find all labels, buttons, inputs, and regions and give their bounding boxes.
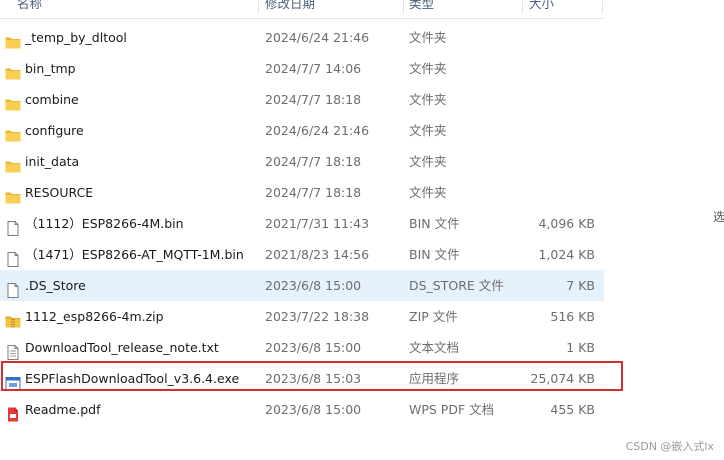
folder-icon bbox=[5, 185, 21, 204]
column-divider[interactable] bbox=[602, 0, 603, 14]
file-date: 2024/7/7 18:18 bbox=[265, 154, 362, 169]
file-name: configure bbox=[25, 123, 84, 138]
file-type: 文本文档 bbox=[409, 340, 460, 355]
file-size: 25,074 KB bbox=[530, 371, 595, 386]
file-type: ZIP 文件 bbox=[409, 309, 458, 324]
right-pane-text: 选 bbox=[713, 210, 724, 224]
file-date: 2021/8/23 14:56 bbox=[265, 247, 370, 262]
file-date: 2023/7/22 18:38 bbox=[265, 309, 370, 324]
file-size bbox=[520, 115, 595, 146]
file-type: 文件夹 bbox=[409, 61, 447, 76]
file-row[interactable]: DownloadTool_release_note.txt 2023/6/8 15… bbox=[0, 332, 604, 363]
file-name: DownloadTool_release_note.txt bbox=[25, 340, 219, 355]
file-name: （1112）ESP8266-4M.bin bbox=[25, 216, 184, 231]
file-row[interactable]: RESOURCE 2024/7/7 18:18 文件夹 bbox=[0, 177, 604, 208]
file-row[interactable]: configure 2024/6/24 21:46 文件夹 bbox=[0, 115, 604, 146]
column-divider[interactable] bbox=[258, 0, 259, 14]
file-size: 7 KB bbox=[566, 278, 595, 293]
file-name: Readme.pdf bbox=[25, 402, 101, 417]
column-header-row: 名称 修改日期 类型 大小 bbox=[0, 0, 604, 19]
text-file-icon bbox=[5, 340, 21, 360]
file-size: 516 KB bbox=[550, 309, 595, 324]
file-icon bbox=[5, 216, 21, 236]
file-row[interactable]: init_data 2024/7/7 18:18 文件夹 bbox=[0, 146, 604, 177]
file-type: 文件夹 bbox=[409, 185, 447, 200]
file-type: 文件夹 bbox=[409, 30, 447, 45]
column-divider[interactable] bbox=[522, 0, 523, 14]
file-name: （1471）ESP8266-AT_MQTT-1M.bin bbox=[25, 247, 244, 262]
file-size bbox=[520, 177, 595, 208]
file-date: 2023/6/8 15:00 bbox=[265, 278, 362, 293]
file-size bbox=[520, 146, 595, 177]
file-icon bbox=[5, 247, 21, 267]
file-size bbox=[520, 84, 595, 115]
file-icon bbox=[5, 278, 21, 298]
file-type: DS_STORE 文件 bbox=[409, 278, 504, 293]
file-row[interactable]: _temp_by_dltool 2024/6/24 21:46 文件夹 bbox=[0, 22, 604, 53]
file-row[interactable]: ESPFlashDownloadTool_v3.6.4.exe 2023/6/8 … bbox=[0, 363, 604, 394]
file-size bbox=[520, 22, 595, 53]
pdf-icon bbox=[5, 402, 21, 422]
file-date: 2021/7/31 11:43 bbox=[265, 216, 370, 231]
file-row[interactable]: .DS_Store 2023/6/8 15:00 DS_STORE 文件 7 KB bbox=[0, 270, 604, 301]
file-date: 2024/7/7 18:18 bbox=[265, 92, 362, 107]
file-type: BIN 文件 bbox=[409, 216, 460, 231]
column-header-name[interactable]: 名称 bbox=[17, 0, 42, 18]
file-date: 2024/6/24 21:46 bbox=[265, 30, 370, 45]
file-date: 2024/7/7 18:18 bbox=[265, 185, 362, 200]
file-row[interactable]: （1471）ESP8266-AT_MQTT-1M.bin 2021/8/23 14… bbox=[0, 239, 604, 270]
exe-icon bbox=[5, 371, 21, 390]
column-divider[interactable] bbox=[403, 0, 404, 14]
file-type: BIN 文件 bbox=[409, 247, 460, 262]
file-date: 2023/6/8 15:00 bbox=[265, 402, 362, 417]
file-type: WPS PDF 文档 bbox=[409, 402, 495, 417]
file-row[interactable]: combine 2024/7/7 18:18 文件夹 bbox=[0, 84, 604, 115]
file-name: init_data bbox=[25, 154, 80, 169]
file-name: .DS_Store bbox=[25, 278, 86, 293]
file-row[interactable]: Readme.pdf 2023/6/8 15:00 WPS PDF 文档 455 KB bbox=[0, 394, 604, 425]
file-name: bin_tmp bbox=[25, 61, 76, 76]
folder-icon bbox=[5, 30, 21, 49]
file-type: 文件夹 bbox=[409, 123, 447, 138]
file-name: 1112_esp8266-4m.zip bbox=[25, 309, 164, 324]
folder-icon bbox=[5, 123, 21, 142]
file-size: 1 KB bbox=[566, 340, 595, 355]
file-type: 文件夹 bbox=[409, 92, 447, 107]
column-header-size[interactable]: 大小 bbox=[529, 0, 554, 18]
column-header-type[interactable]: 类型 bbox=[409, 0, 434, 18]
file-date: 2023/6/8 15:00 bbox=[265, 340, 362, 355]
file-row[interactable]: 1112_esp8266-4m.zip 2023/7/22 18:38 ZIP 文件… bbox=[0, 301, 604, 332]
folder-icon bbox=[5, 92, 21, 111]
file-row[interactable]: （1112）ESP8266-4M.bin 2021/7/31 11:43 BIN 文… bbox=[0, 208, 604, 239]
file-size: 4,096 KB bbox=[538, 216, 595, 231]
file-name: combine bbox=[25, 92, 79, 107]
file-type: 应用程序 bbox=[409, 371, 460, 386]
file-size: 455 KB bbox=[550, 402, 595, 417]
watermark: CSDN @嵌入式lx bbox=[625, 440, 714, 453]
file-row[interactable]: bin_tmp 2024/7/7 14:06 文件夹 bbox=[0, 53, 604, 84]
file-name: ESPFlashDownloadTool_v3.6.4.exe bbox=[25, 371, 240, 386]
file-date: 2024/7/7 14:06 bbox=[265, 61, 362, 76]
file-date: 2023/6/8 15:03 bbox=[265, 371, 362, 386]
file-size bbox=[520, 53, 595, 84]
folder-icon bbox=[5, 61, 21, 80]
zip-icon bbox=[5, 309, 21, 328]
file-list: _temp_by_dltool 2024/6/24 21:46 文件夹 bin_tmp… bbox=[0, 22, 604, 425]
folder-icon bbox=[5, 154, 21, 173]
file-size: 1,024 KB bbox=[538, 247, 595, 262]
column-header-date[interactable]: 修改日期 bbox=[265, 0, 315, 18]
file-type: 文件夹 bbox=[409, 154, 447, 169]
file-name: RESOURCE bbox=[25, 185, 94, 200]
file-date: 2024/6/24 21:46 bbox=[265, 123, 370, 138]
file-name: _temp_by_dltool bbox=[25, 30, 127, 45]
